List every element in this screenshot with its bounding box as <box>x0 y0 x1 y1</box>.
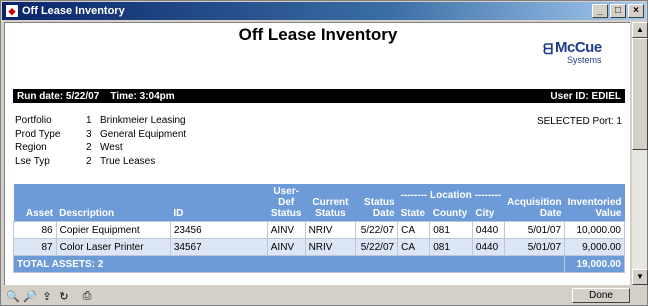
col-user-def-status[interactable]: User-Def Status <box>267 184 306 222</box>
col-asset[interactable]: Asset <box>13 184 57 222</box>
col-id[interactable]: ID <box>170 184 268 222</box>
bottom-toolbar: 🔍 🔎 ⇪ ↻ ⎙ Done <box>2 287 646 305</box>
table-row[interactable]: 86 Copier Equipment 23456 AINV NRIV 5/22… <box>13 221 625 239</box>
col-city[interactable]: City <box>472 201 505 222</box>
logo-sub: Systems <box>567 55 602 65</box>
param-num: 2 <box>86 155 92 167</box>
param-row: Region 2 West <box>15 142 186 156</box>
vertical-scrollbar[interactable]: ▲ ▼ <box>631 22 648 285</box>
cell-city: 0440 <box>471 238 505 256</box>
param-row: Portfolio 1 Brinkmeier Leasing <box>15 115 186 129</box>
col-location-group: -------- Location -------- <box>397 184 505 202</box>
param-value: True Leases <box>100 155 156 167</box>
cell-acquisition-date: 5/01/07 <box>503 238 566 256</box>
window-title: Off Lease Inventory <box>22 5 125 17</box>
run-info-bar: Run date: 5/22/07 Time: 3:04pm User ID: … <box>13 89 625 103</box>
param-value: West <box>100 142 123 153</box>
total-row: TOTAL ASSETS: 2 19,000.00 <box>12 255 625 273</box>
selected-port: SELECTED Port: 1 <box>536 116 622 127</box>
total-assets-label: TOTAL ASSETS: 2 <box>12 255 566 273</box>
cell-status-date: 5/22/07 <box>355 238 399 256</box>
run-date: Run date: 5/22/07 <box>17 90 100 102</box>
param-row: Prod Type 3 General Equipment <box>15 129 186 143</box>
zoom-out-icon[interactable]: 🔍 <box>5 288 21 304</box>
param-num: 3 <box>86 128 92 140</box>
inventory-table: Asset Description ID User-Def Status Cur… <box>12 184 625 273</box>
title-bar[interactable]: ◆ Off Lease Inventory _ □ × <box>2 2 646 20</box>
cell-inventoried-value: 9,000.00 <box>564 238 625 256</box>
table-header-row: Asset Description ID User-Def Status Cur… <box>13 184 625 222</box>
report-window: ◆ Off Lease Inventory _ □ × Off Lease In… <box>0 0 648 306</box>
param-label: Region <box>15 142 47 153</box>
param-num: 2 <box>86 142 92 153</box>
refresh-icon[interactable]: ↻ <box>56 288 72 304</box>
total-value: 19,000.00 <box>564 255 625 273</box>
col-inventoried-value[interactable]: Inventoried Value <box>564 184 625 222</box>
app-icon: ◆ <box>5 4 19 18</box>
param-num: 1 <box>86 115 92 126</box>
param-row: Lse Typ 2 True Leases <box>15 156 186 170</box>
parameters-block: Portfolio 1 Brinkmeier Leasing Prod Type… <box>15 115 186 169</box>
cell-current-status: NRIV <box>304 238 357 256</box>
report-canvas: Off Lease Inventory ᗺ McCue Systems Run … <box>4 22 630 285</box>
cell-asset: 87 <box>13 238 57 256</box>
run-time: Time: 3:04pm <box>110 90 175 102</box>
cell-county: 081 <box>429 221 473 239</box>
cell-description: Color Laser Printer <box>55 238 171 256</box>
scroll-up-icon[interactable]: ▲ <box>632 22 648 38</box>
cell-user-def-status: AINV <box>266 238 306 256</box>
report-title: Off Lease Inventory <box>238 25 398 44</box>
close-button[interactable]: × <box>628 4 644 18</box>
scroll-down-icon[interactable]: ▼ <box>632 269 648 285</box>
param-value: General Equipment <box>100 128 187 140</box>
print-icon[interactable]: ⎙ <box>79 288 95 304</box>
param-label: Prod Type <box>15 128 61 140</box>
cell-user-def-status: AINV <box>266 221 306 239</box>
cell-status-date: 5/22/07 <box>355 221 399 239</box>
col-current-status[interactable]: Current Status <box>305 184 356 222</box>
param-label: Portfolio <box>15 115 52 126</box>
col-state[interactable]: State <box>397 201 430 222</box>
cell-id: 23456 <box>169 221 268 239</box>
param-label: Lse Typ <box>15 155 50 167</box>
cell-acquisition-date: 5/01/07 <box>503 221 566 239</box>
maximize-button[interactable]: □ <box>610 4 626 18</box>
cell-id: 34567 <box>169 238 268 256</box>
logo-mark-icon: ᗺ <box>543 41 554 57</box>
col-acquisition-date[interactable]: Acquisition Date <box>504 184 565 222</box>
mccue-logo: ᗺ McCue Systems <box>543 39 623 69</box>
minimize-button[interactable]: _ <box>592 4 608 18</box>
cell-state: CA <box>397 238 431 256</box>
cell-city: 0440 <box>471 221 505 239</box>
table-row[interactable]: 87 Color Laser Printer 34567 AINV NRIV 5… <box>13 238 625 256</box>
export-icon[interactable]: ⇪ <box>39 288 55 304</box>
cell-description: Copier Equipment <box>55 221 171 239</box>
col-status-date[interactable]: Status Date <box>355 184 398 222</box>
cell-current-status: NRIV <box>304 221 357 239</box>
logo-name: McCue <box>555 39 602 56</box>
run-spacer <box>99 91 110 102</box>
col-county[interactable]: County <box>429 201 473 222</box>
col-description[interactable]: Description <box>56 184 171 222</box>
done-button[interactable]: Done <box>572 288 630 303</box>
cell-county: 081 <box>429 238 473 256</box>
user-id: User ID: EDIEL <box>550 90 621 102</box>
cell-inventoried-value: 10,000.00 <box>564 221 625 239</box>
zoom-in-icon[interactable]: 🔎 <box>22 288 38 304</box>
param-value: Brinkmeier Leasing <box>100 115 186 126</box>
cell-asset: 86 <box>13 221 57 239</box>
cell-state: CA <box>397 221 431 239</box>
scroll-thumb[interactable] <box>632 38 648 150</box>
